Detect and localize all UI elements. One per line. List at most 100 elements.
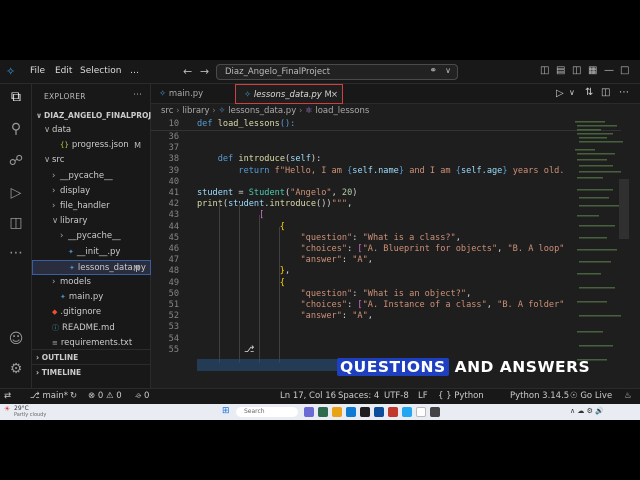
menu-more[interactable]: … [130, 66, 139, 76]
tree-item[interactable]: {} progress.json M [32, 138, 151, 153]
minimize-icon[interactable]: — [604, 65, 614, 76]
tree-item[interactable]: › __pycache__ [32, 229, 151, 244]
workspace-root[interactable]: ∨ DIAZ_ANGELO_FINALPROJ... [32, 108, 151, 123]
vscode-icon[interactable] [402, 407, 412, 417]
code-editor[interactable]: 36 37 38 def introduce(self): 39 return f"H… [151, 119, 640, 388]
weather-temp[interactable]: 29°C [14, 405, 29, 412]
code-line[interactable]: 36 [151, 131, 621, 143]
tree-item[interactable]: ◆ .gitignore [32, 305, 151, 320]
sticky-scroll-line[interactable]: 10 def load_lessons(): [151, 119, 621, 131]
code-line[interactable]: 38 def introduce(self): [151, 153, 621, 165]
taskbar-app-icon[interactable] [416, 407, 426, 417]
breadcrumb-file[interactable]: lessons_data.py [228, 106, 296, 116]
extensions-icon[interactable]: ◫ [7, 214, 25, 232]
end-of-line[interactable]: LF [418, 391, 428, 401]
menu-selection[interactable]: Selection [80, 66, 121, 76]
terminal-icon[interactable] [360, 407, 370, 417]
code-line[interactable]: 39 return f"Hello, I am {self.name} and … [151, 165, 621, 177]
notifications-icon[interactable]: ♨ [624, 391, 632, 401]
settings-gear-icon[interactable]: ⚙ [7, 360, 25, 378]
search-icon[interactable]: ⚲ [7, 120, 25, 138]
tree-item[interactable]: › display [32, 184, 151, 199]
encoding[interactable]: UTF-8 [384, 391, 409, 401]
code-line[interactable]: 42 print(student.introduce())""", [151, 198, 621, 210]
layout-icon[interactable]: ▦ [588, 65, 597, 76]
python-interpreter[interactable]: Python 3.14.5 [510, 391, 569, 401]
breadcrumb-src[interactable]: src [161, 106, 173, 116]
minimap[interactable] [571, 119, 631, 369]
tree-item[interactable]: ∨ src [32, 153, 151, 168]
code-line[interactable]: 43 [ [151, 209, 621, 221]
source-control-icon[interactable]: ☍ [7, 152, 25, 170]
language-mode[interactable]: { } Python [438, 391, 484, 401]
taskbar-app-icon[interactable] [304, 407, 314, 417]
panel-right-icon[interactable]: ◫ [572, 65, 581, 76]
sync-icon[interactable]: ↻ [70, 391, 77, 401]
outline-section[interactable]: › OUTLINE [32, 349, 151, 364]
tab-lessons-data-py[interactable]: ✧ lessons_data.py M × [235, 84, 343, 104]
tree-item[interactable]: ∨ library [32, 214, 151, 229]
tree-item[interactable]: › models [32, 275, 151, 290]
folder-icon[interactable] [332, 407, 342, 417]
taskbar-app-icon[interactable] [318, 407, 328, 417]
code-line[interactable]: 54 [151, 333, 621, 345]
close-icon[interactable]: × [331, 85, 338, 105]
taskbar-search[interactable]: Search [236, 407, 298, 417]
tree-item[interactable]: › __pycache__ [32, 169, 151, 184]
breadcrumb-function[interactable]: load_lessons [315, 106, 369, 116]
code-line[interactable]: 47 "answer": "A", [151, 254, 621, 266]
branch-indicator[interactable]: ⎇ main* [30, 391, 68, 401]
tree-item[interactable]: › file_handler [32, 199, 151, 214]
more-icon[interactable]: ⋯ [7, 244, 25, 262]
indentation[interactable]: Spaces: 4 [338, 391, 379, 401]
code-line[interactable]: 46 "choices": ["A. Blueprint for objects… [151, 243, 621, 255]
tree-item[interactable]: ∨ data [32, 123, 151, 138]
menu-edit[interactable]: Edit [55, 66, 72, 76]
edge-icon[interactable] [346, 407, 356, 417]
code-line[interactable]: 55 [151, 344, 621, 356]
breadcrumb-library[interactable]: library [182, 106, 209, 116]
copilot-icon[interactable]: ⚭ [429, 66, 437, 76]
panel-left-icon[interactable]: ◫ [540, 65, 549, 76]
code-line[interactable]: 53 [151, 321, 621, 333]
timeline-section[interactable]: › TIMELINE [32, 364, 151, 379]
split-editor-icon[interactable]: ◫ [601, 87, 610, 98]
code-line[interactable]: 52 "answer": "A", [151, 310, 621, 322]
command-center-search[interactable]: Diaz_Angelo_FinalProject ⚭ ∨ [216, 64, 458, 80]
code-line[interactable]: 51 "choices": ["A. Instance of a class",… [151, 299, 621, 311]
more-actions-icon[interactable]: ⋯ [619, 87, 629, 98]
tree-item[interactable]: ✦ lessons_data.py M [32, 259, 151, 275]
maximize-icon[interactable]: □ [620, 65, 629, 76]
cursor-position[interactable]: Ln 17, Col 16 [280, 391, 336, 401]
code-line[interactable]: 48 }, [151, 265, 621, 277]
taskbar-app-icon[interactable] [430, 407, 440, 417]
code-line[interactable]: 49 { [151, 277, 621, 289]
windows-start-icon[interactable]: ⊞ [222, 407, 231, 416]
chevron-down-icon[interactable]: ∨ [445, 66, 451, 75]
remote-icon[interactable]: ⇄ [4, 391, 11, 401]
taskbar-app-icon[interactable] [388, 407, 398, 417]
panel-bottom-icon[interactable]: ▤ [556, 65, 565, 76]
ports-icon[interactable]: ⌮ 0 [135, 391, 149, 401]
problems-indicator[interactable]: ⊗ 0 ⚠ 0 [88, 391, 122, 401]
tree-item[interactable]: ⓘ README.md [32, 321, 151, 336]
more-actions-icon[interactable]: ⋯ [133, 90, 142, 100]
system-tray-icons[interactable]: ∧ ☁ ⚙ 🔊 [570, 407, 604, 415]
run-debug-icon[interactable]: ▷ [7, 184, 25, 202]
back-arrow-icon[interactable]: ← [183, 65, 192, 78]
code-line[interactable]: 44 { [151, 221, 621, 233]
go-live-button[interactable]: ☉ Go Live [570, 391, 612, 401]
tab-main-py[interactable]: ✧ main.py [151, 84, 235, 104]
tree-item[interactable]: ✦ __init__.py [32, 245, 151, 260]
menu-file[interactable]: File [30, 66, 45, 76]
code-line[interactable]: 50 "question": "What is an object?", [151, 288, 621, 300]
store-icon[interactable] [374, 407, 384, 417]
run-dropdown-icon[interactable]: ∨ [569, 88, 575, 97]
explorer-icon[interactable]: ⧉ [7, 88, 25, 106]
run-python-icon[interactable]: ▷ [556, 88, 564, 99]
code-line[interactable]: 37 [151, 142, 621, 154]
code-line[interactable]: 40 [151, 176, 621, 188]
tree-item[interactable]: ✦ main.py [32, 290, 151, 305]
code-line[interactable]: 41 student = Student("Angelo", 20) [151, 187, 621, 199]
open-changes-icon[interactable]: ⇅ [585, 87, 593, 98]
